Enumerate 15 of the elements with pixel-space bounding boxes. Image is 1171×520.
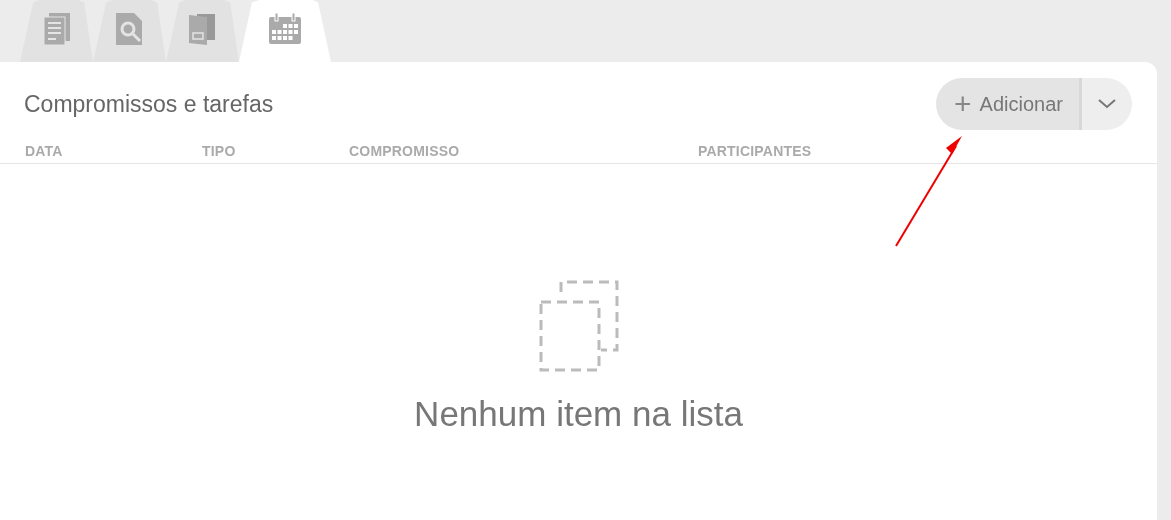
plus-icon: + xyxy=(954,89,972,119)
calendar-icon xyxy=(268,12,302,45)
column-header: PARTICIPANTES xyxy=(698,143,813,159)
add-button[interactable]: + Adicionar xyxy=(936,78,1082,130)
panel-title: Compromissos e tarefas xyxy=(24,90,274,118)
search-document-icon xyxy=(115,12,144,45)
chevron-down-icon xyxy=(1098,99,1116,109)
folder-icon xyxy=(188,12,217,45)
column-header: TIPO xyxy=(202,143,237,159)
documents-icon xyxy=(43,12,70,45)
column-header: COMPROMISSO xyxy=(349,143,461,159)
empty-message: Nenhum item na lista xyxy=(414,394,743,434)
dropdown-button[interactable] xyxy=(1082,78,1132,130)
column-header: DATA xyxy=(25,143,64,159)
empty-list-icon xyxy=(538,280,619,372)
